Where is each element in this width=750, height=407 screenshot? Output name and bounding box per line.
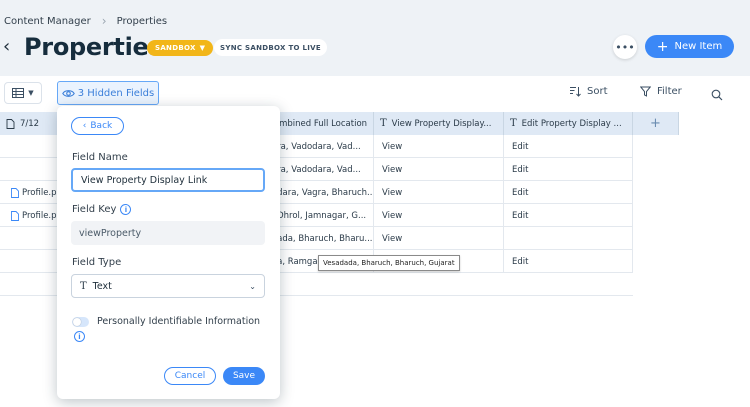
cell-text: Edit — [512, 187, 529, 198]
add-column-button[interactable]: + — [633, 112, 679, 135]
edit-cell[interactable] — [504, 227, 633, 250]
field-type-label: Field Type — [72, 257, 122, 268]
sort-button[interactable]: Sort — [569, 86, 608, 97]
file-icon — [11, 187, 19, 198]
filter-icon — [640, 86, 651, 97]
cell-text: View — [382, 187, 403, 198]
column-header-label: ...mbined Full Location — [271, 118, 368, 129]
record-count: 7/12 — [20, 118, 40, 129]
cell-text: Edit — [512, 210, 529, 221]
save-button[interactable]: Save — [223, 367, 265, 385]
new-item-button[interactable]: + New Item — [645, 35, 734, 58]
search-icon — [711, 89, 723, 101]
cell-text: ...dara, Vagra, Bharuch... — [269, 187, 374, 198]
cell-text: Edit — [512, 256, 529, 267]
eye-icon — [61, 89, 75, 97]
sync-sandbox-button[interactable]: SYNC SANDBOX TO LIVE — [214, 39, 327, 56]
pii-toggle[interactable] — [72, 317, 89, 327]
field-settings-popover: ‹ Back Field Name View Property Display … — [57, 106, 280, 399]
edit-cell[interactable]: Edit — [504, 135, 633, 158]
chevron-down-icon: ⌄ — [249, 281, 256, 291]
breadcrumb-item-properties[interactable]: Properties — [117, 16, 168, 27]
chevron-down-icon: ▼ — [199, 44, 206, 52]
sort-label: Sort — [587, 86, 608, 97]
filter-label: Filter — [657, 86, 682, 97]
sort-icon — [570, 87, 581, 97]
cell-tooltip: Vesadada, Bharuch, Bharuch, Gujarat — [318, 255, 460, 271]
cell-text: Edit — [512, 141, 529, 152]
field-name-label: Field Name — [72, 152, 128, 163]
back-button[interactable]: ‹ Back — [71, 117, 124, 135]
edit-cell[interactable]: Edit — [504, 181, 633, 204]
cell-text: ...Dhrol, Jamnagar, G... — [269, 210, 367, 221]
view-switcher-button[interactable]: ▼ — [4, 82, 42, 104]
back-arrow-icon[interactable]: ‹ — [3, 36, 10, 57]
breadcrumb-item-content-manager[interactable]: Content Manager — [4, 16, 91, 27]
sandbox-badge[interactable]: SANDBOX ▼ — [147, 40, 214, 56]
cancel-button[interactable]: Cancel — [164, 367, 216, 385]
text-type-icon: T — [380, 118, 387, 129]
cell-text: ...ra, Vadodara, Vad... — [269, 164, 361, 175]
view-cell[interactable]: View — [374, 204, 504, 227]
field-key-input: viewProperty — [71, 221, 265, 245]
column-header-label: Edit Property Display ... — [521, 118, 622, 129]
sandbox-label: SANDBOX — [155, 44, 196, 52]
pii-label: Personally Identifiable Information — [97, 316, 261, 327]
back-label: Back — [90, 121, 113, 131]
cell-text: View — [382, 164, 403, 175]
field-key-label: Field Key — [72, 204, 117, 215]
table-view-icon — [12, 88, 25, 98]
column-header-label: View Property Display... — [391, 118, 492, 129]
edit-cell[interactable]: Edit — [504, 158, 633, 181]
field-name-input[interactable]: View Property Display Link — [71, 168, 265, 192]
search-button[interactable] — [711, 86, 723, 105]
page-title: Properties — [24, 33, 163, 61]
cell-text: Edit — [512, 164, 529, 175]
column-header-edit[interactable]: T Edit Property Display ... — [504, 112, 633, 135]
view-cell[interactable]: View — [374, 181, 504, 204]
chevron-left-icon: ‹ — [82, 121, 87, 131]
cell-text: ...ra, Vadodara, Vad... — [269, 141, 361, 152]
cell-text: View — [382, 141, 403, 152]
hidden-fields-label: 3 Hidden Fields — [77, 87, 155, 99]
plus-icon: + — [656, 38, 669, 55]
view-cell[interactable]: View — [374, 158, 504, 181]
breadcrumb: Content Manager › Properties — [4, 14, 167, 28]
field-type-select[interactable]: T Text ⌄ — [71, 274, 265, 298]
new-item-label: New Item — [674, 41, 723, 52]
info-icon[interactable]: i — [74, 331, 85, 342]
file-icon — [11, 210, 19, 221]
toggle-knob — [73, 318, 81, 326]
file-icon — [6, 118, 15, 129]
field-type-value: Text — [92, 280, 112, 292]
edit-cell[interactable]: Edit — [504, 204, 633, 227]
info-icon[interactable]: i — [120, 204, 132, 215]
page-header: Content Manager › Properties ‹ Propertie… — [0, 0, 750, 76]
view-cell[interactable]: View — [374, 227, 504, 250]
chevron-right-icon: › — [101, 14, 107, 28]
view-cell[interactable]: View — [374, 135, 504, 158]
field-type-value-group: T Text — [80, 281, 112, 292]
cell-text: ...ada, Bharuch, Bharu... — [269, 233, 373, 244]
field-key-label-row: Field Key i — [72, 204, 132, 215]
more-actions-button[interactable]: ••• — [613, 35, 637, 59]
cell-text: View — [382, 233, 403, 244]
text-type-icon: T — [510, 118, 517, 129]
filter-button[interactable]: Filter — [640, 86, 682, 97]
edit-cell[interactable]: Edit — [504, 250, 633, 273]
column-header-view[interactable]: T View Property Display... — [374, 112, 504, 135]
cell-text: View — [382, 210, 403, 221]
text-type-icon: T — [80, 280, 87, 292]
hidden-fields-button[interactable]: 3 Hidden Fields — [57, 81, 159, 105]
chevron-down-icon: ▼ — [28, 89, 34, 97]
